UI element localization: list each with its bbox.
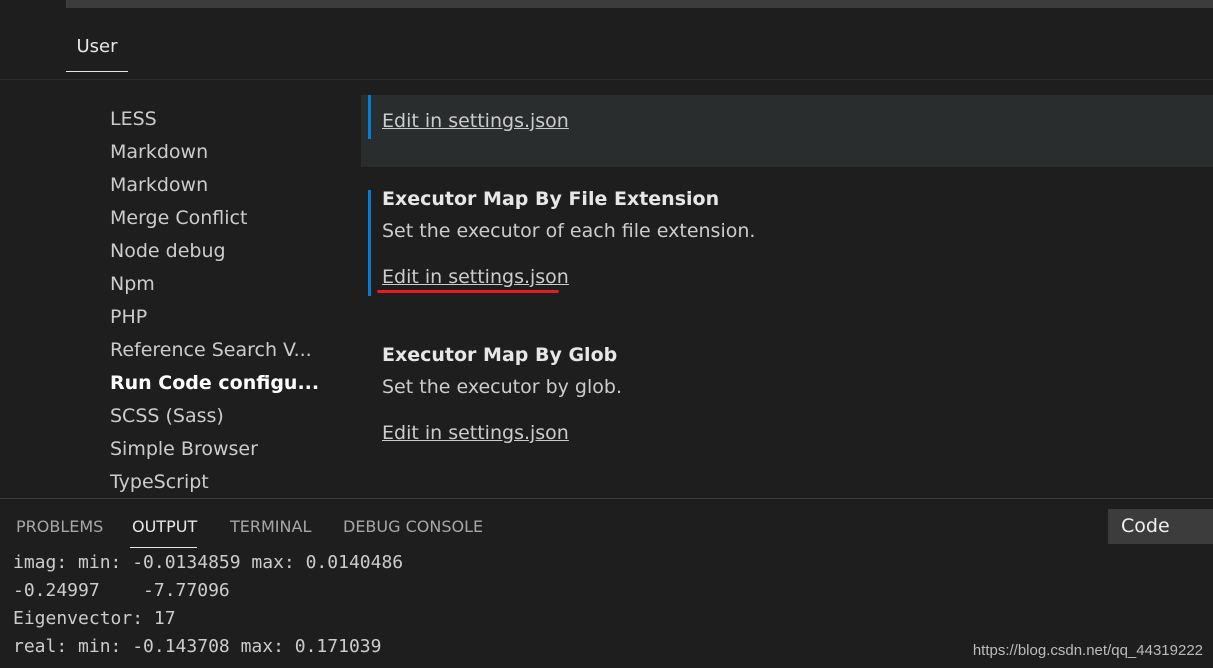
toc-item-typescript[interactable]: TypeScript [110,468,209,496]
tab-terminal[interactable]: TERMINAL [230,514,311,540]
setting-description-executor-map-ext: Set the executor of each file extension. [382,220,756,242]
setting-focus-bar [368,95,371,139]
setting-title-executor-map-ext: Executor Map By File Extension [382,188,720,210]
tab-debug-console[interactable]: DEBUG CONSOLE [343,514,483,540]
setting-modified-bar [368,190,371,296]
output-channel-select[interactable]: Code [1108,509,1213,544]
tab-problems[interactable]: PROBLEMS [16,514,103,540]
toc-item-simple-browser[interactable]: Simple Browser [110,435,258,463]
toc-item-run-code[interactable]: Run Code configu... [110,369,319,397]
toc-item-less[interactable]: LESS [110,105,157,133]
output-line: imag: min: -0.0134859 max: 0.0140486 [13,552,404,573]
toc-item-markdown[interactable]: Markdown [110,138,208,166]
watermark: https://blog.csdn.net/qq_44319222 [972,642,1203,659]
setting-description-executor-map-glob: Set the executor by glob. [382,376,622,398]
setting-title-executor-map-glob: Executor Map By Glob [382,344,618,366]
toc-item-node-debug[interactable]: Node debug [110,237,226,265]
tab-output[interactable]: OUTPUT [132,514,197,540]
toc-item-reference-search[interactable]: Reference Search V... [110,336,312,364]
toc-item-npm[interactable]: Npm [110,270,155,298]
settings-scope-tabs: User [0,8,1213,94]
output-line: -0.24997 -7.77096 [13,580,230,601]
toc-item-scss[interactable]: SCSS (Sass) [110,402,224,430]
edit-in-settings-json-link-glob[interactable]: Edit in settings.json [382,420,569,446]
title-bar-strip [66,0,1213,8]
toc-item-php[interactable]: PHP [110,303,147,331]
edit-in-settings-json-link[interactable]: Edit in settings.json [382,108,569,134]
toc-item-merge-conflict[interactable]: Merge Conflict [110,204,247,232]
tabs-divider [0,79,1213,80]
toc-item-markdown-2[interactable]: Markdown [110,171,208,199]
edit-in-settings-json-link-ext[interactable]: Edit in settings.json [382,264,569,290]
settings-toc: LESS Markdown Markdown Merge Conflict No… [0,95,360,498]
annotation-red-underline [377,290,559,293]
tab-user[interactable]: User [66,30,128,72]
output-line: real: min: -0.143708 max: 0.171039 [13,636,382,657]
output-line: Eigenvector: 17 [13,608,176,629]
active-tab-indicator [130,547,197,548]
